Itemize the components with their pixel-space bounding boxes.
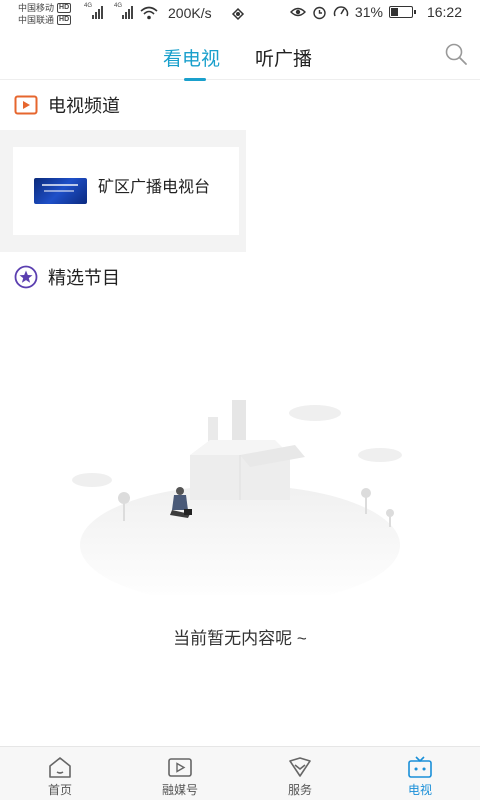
empty-state-illustration — [72, 400, 402, 595]
network-1-label: 4G — [84, 3, 93, 9]
nav-media[interactable]: 融媒号 — [120, 747, 240, 800]
hd-badge: HD — [57, 3, 72, 13]
channel-name: 矿区广播电视台 — [98, 179, 211, 196]
nav-media-label: 融媒号 — [161, 783, 198, 797]
alarm-icon — [313, 6, 326, 19]
network-speed: 200K/s — [168, 5, 212, 21]
wifi-icon — [140, 6, 158, 20]
nav-service[interactable]: 服务 — [240, 747, 360, 800]
nav-home[interactable]: 首页 — [0, 747, 120, 800]
nav-service-label: 服务 — [287, 783, 312, 797]
nfc-icon — [231, 7, 245, 21]
tv-icon — [408, 756, 432, 778]
bottom-navigation: 首页 融媒号 服务 电视 — [0, 746, 480, 800]
featured-title: 精选节目 — [48, 268, 120, 288]
video-icon — [168, 758, 192, 777]
empty-state-message: 当前暂无内容呢 ~ — [173, 629, 307, 648]
carrier-info: 中国移动 HD 中国联通 HD — [18, 2, 72, 26]
battery-icon — [388, 6, 416, 18]
status-bar: 中国移动 HD 中国联通 HD 4G 4G 200K/s 31% 16:22 — [0, 0, 480, 28]
eye-icon — [289, 7, 306, 17]
tv-channels-title: 电视频道 — [48, 96, 120, 116]
channel-list: 矿区广播电视台 — [0, 130, 246, 252]
nav-home-label: 首页 — [47, 783, 72, 797]
home-icon — [49, 757, 71, 778]
service-icon — [289, 757, 311, 777]
top-tab-bar: 看电视 听广播 — [0, 28, 480, 81]
nav-tv-label: 电视 — [407, 783, 432, 797]
tv-channels-header: 电视频道 — [14, 92, 120, 118]
speedometer-icon — [333, 6, 349, 17]
tab-listen-radio[interactable]: 听广播 — [255, 44, 312, 71]
battery-level — [390, 8, 398, 16]
channel-card[interactable]: 矿区广播电视台 — [13, 147, 239, 235]
signal-2-icon: 4G — [114, 3, 133, 19]
hd-badge: HD — [57, 15, 72, 25]
play-square-icon — [14, 95, 38, 115]
carrier-2-label: 中国联通 — [18, 15, 55, 25]
network-2-label: 4G — [114, 3, 123, 9]
search-icon[interactable] — [444, 42, 468, 66]
channel-thumbnail — [34, 178, 87, 204]
active-tab-indicator — [184, 78, 206, 81]
clock: 16:22 — [426, 4, 462, 20]
star-circle-icon — [14, 265, 38, 289]
signal-1-icon: 4G — [84, 3, 103, 19]
featured-header: 精选节目 — [14, 264, 120, 290]
carrier-1-label: 中国移动 — [18, 3, 55, 13]
status-right: 31% 16:22 — [289, 4, 462, 20]
battery-percent: 31% — [354, 4, 383, 20]
tab-watch-tv[interactable]: 看电视 — [163, 44, 220, 71]
nav-tv[interactable]: 电视 — [360, 747, 480, 800]
